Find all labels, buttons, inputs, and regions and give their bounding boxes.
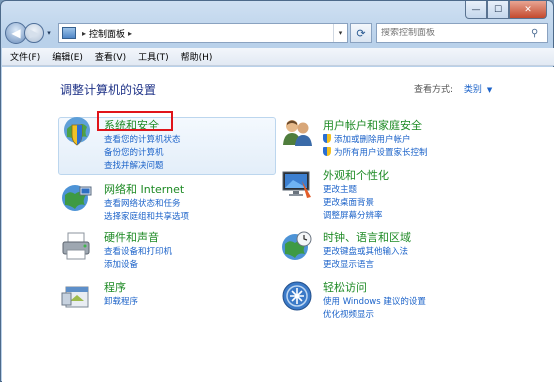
- users-icon: [283, 120, 312, 146]
- menu-file[interactable]: 文件(F): [10, 50, 40, 63]
- view-by-dropdown-icon[interactable]: ▼: [487, 86, 492, 94]
- category-link[interactable]: 查看您的计算机状态: [104, 133, 181, 145]
- view-by: 查看方式: 类别 ▼: [414, 82, 492, 95]
- search-input[interactable]: [381, 28, 531, 38]
- menu-tools[interactable]: 工具(T): [138, 50, 169, 63]
- close-button[interactable]: ✕: [509, 1, 547, 19]
- menu-bar: 文件(F) 编辑(E) 查看(V) 工具(T) 帮助(H): [2, 48, 554, 66]
- category-title[interactable]: 程序: [104, 279, 126, 295]
- control-panel-window: — ☐ ✕ ◀ ▶ ▾ ▸ 控制面板 ▸ ▾ ⟳ ⚲ 文件(F) 编辑(E) 查…: [0, 0, 554, 382]
- menu-help[interactable]: 帮助(H): [181, 50, 213, 63]
- category-link[interactable]: 更改主题: [323, 183, 357, 195]
- category-link[interactable]: 查看网络状态和任务: [104, 197, 181, 209]
- search-icon[interactable]: ⚲: [531, 28, 547, 39]
- monitor-icon: [282, 171, 311, 198]
- control-panel-icon: [62, 27, 76, 39]
- navigation-bar: ◀ ▶ ▾ ▸ 控制面板 ▸ ▾ ⟳ ⚲: [5, 21, 551, 45]
- category-link[interactable]: 优化视频显示: [323, 308, 374, 320]
- highlight-box: [97, 111, 173, 131]
- uac-shield-icon: [323, 134, 331, 143]
- address-bar[interactable]: ▸ 控制面板 ▸ ▾: [58, 23, 348, 43]
- view-by-value[interactable]: 类别: [464, 85, 482, 95]
- uac-shield-icon: [323, 147, 331, 156]
- category-title[interactable]: 时钟、语言和区域: [323, 229, 411, 245]
- category-link[interactable]: 添加或删除用户帐户: [323, 133, 411, 145]
- menu-view[interactable]: 查看(V): [95, 50, 126, 63]
- category-link[interactable]: 查看设备和打印机: [104, 245, 172, 257]
- category-link[interactable]: 查找并解决问题: [104, 159, 164, 171]
- minimize-button[interactable]: —: [465, 1, 487, 19]
- category-title[interactable]: 硬件和声音: [104, 229, 159, 245]
- category-title[interactable]: 用户帐户和家庭安全: [323, 117, 422, 133]
- menu-edit[interactable]: 编辑(E): [52, 50, 83, 63]
- caption-buttons: — ☐ ✕: [465, 1, 547, 19]
- breadcrumb-separator-2[interactable]: ▸: [128, 29, 132, 38]
- refresh-button[interactable]: ⟳: [350, 23, 372, 43]
- category-link[interactable]: 使用 Windows 建议的设置: [323, 295, 426, 307]
- category-title[interactable]: 网络和 Internet: [104, 181, 184, 197]
- ease-of-access-icon: [282, 281, 312, 311]
- category-link[interactable]: 调整屏幕分辨率: [323, 209, 383, 221]
- breadcrumb-control-panel[interactable]: 控制面板: [89, 27, 125, 40]
- shield-globe-icon: [64, 117, 90, 146]
- recent-pages-dropdown[interactable]: ▾: [44, 26, 54, 40]
- view-by-label: 查看方式:: [414, 85, 454, 95]
- category-link[interactable]: 选择家庭组和共享选项: [104, 210, 189, 222]
- programs-icon: [61, 286, 89, 308]
- clock-globe-icon: [282, 231, 312, 260]
- category-link[interactable]: 更改显示语言: [323, 258, 374, 270]
- network-globe-icon: [62, 185, 92, 211]
- category-link[interactable]: 备份您的计算机: [104, 146, 164, 158]
- category-link[interactable]: 添加设备: [104, 258, 138, 270]
- forward-button[interactable]: ▶: [24, 23, 44, 43]
- search-box[interactable]: ⚲: [376, 23, 548, 43]
- maximize-button[interactable]: ☐: [487, 1, 509, 19]
- category-title[interactable]: 外观和个性化: [323, 167, 389, 183]
- page-title: 调整计算机的设置: [60, 83, 157, 97]
- printer-icon: [62, 232, 90, 260]
- category-link[interactable]: 为所有用户设置家长控制: [323, 146, 428, 158]
- breadcrumb-separator[interactable]: ▸: [82, 29, 86, 38]
- category-link[interactable]: 卸载程序: [104, 295, 138, 307]
- category-link[interactable]: 更改键盘或其他输入法: [323, 245, 408, 257]
- category-title[interactable]: 轻松访问: [323, 279, 367, 295]
- category-link[interactable]: 更改桌面背景: [323, 196, 374, 208]
- control-panel-content: 调整计算机的设置 查看方式: 类别 ▼ 系统和安全 查看您的计算机状态 备份您的…: [2, 67, 554, 382]
- address-dropdown-icon[interactable]: ▾: [333, 24, 347, 42]
